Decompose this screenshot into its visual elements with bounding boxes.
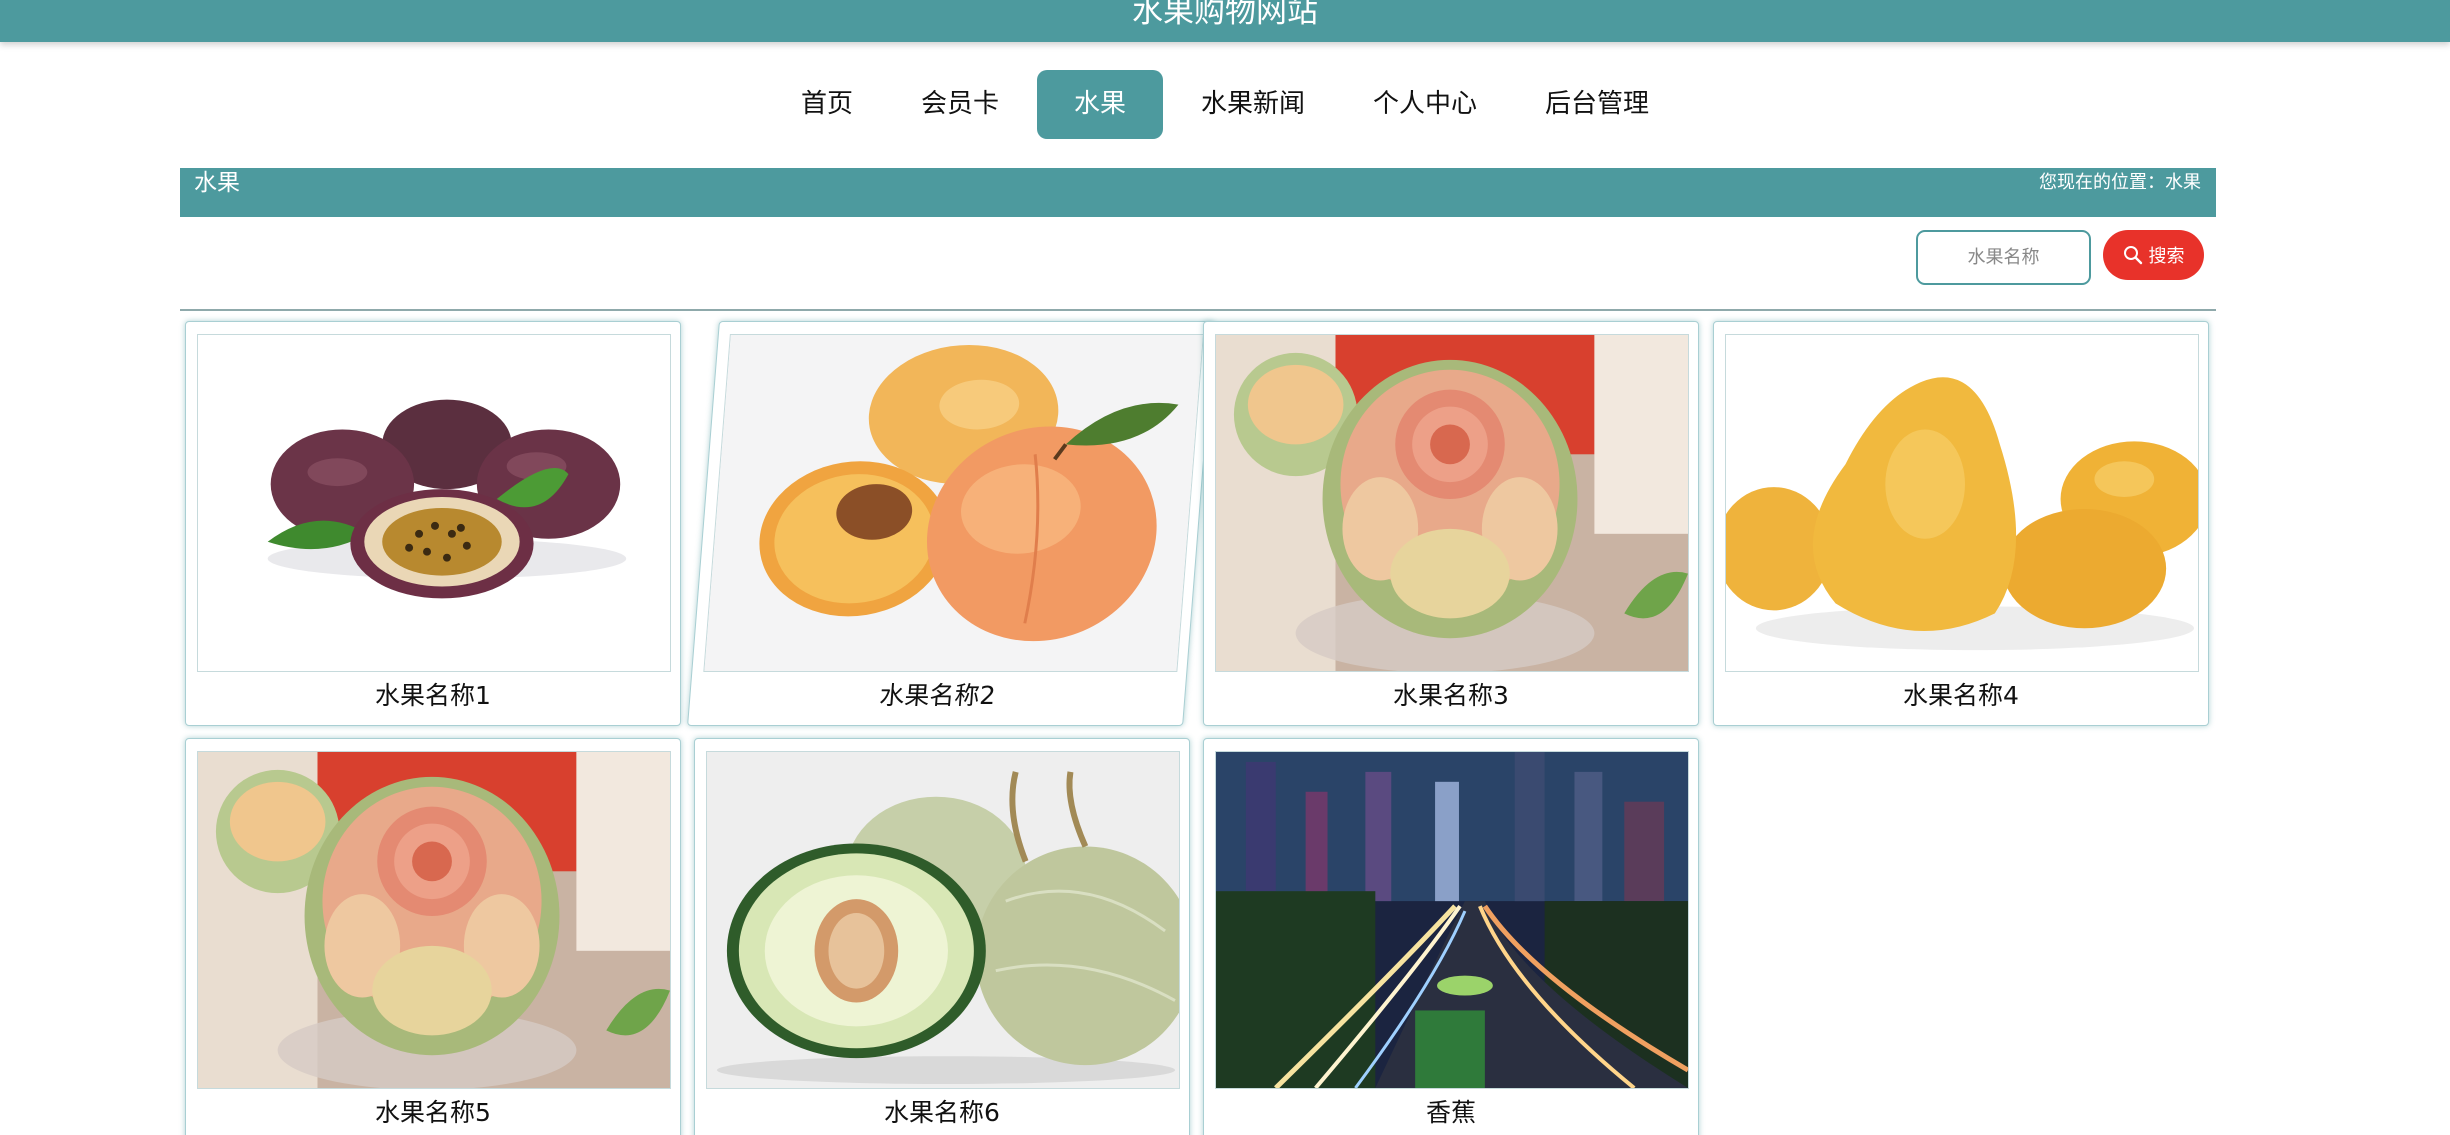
- section-header-bar: 水果 您现在的位置：水果: [180, 168, 2216, 217]
- product-name[interactable]: 水果名称2: [689, 680, 1186, 712]
- product-image-passion-fruit[interactable]: [197, 334, 671, 672]
- nav-item-fruit[interactable]: 水果: [1036, 70, 1163, 139]
- product-image-mangoes[interactable]: [1725, 334, 2199, 672]
- top-header-bar: 水果购物网站: [0, 0, 2450, 42]
- main-nav: 首页 会员卡 水果 水果新闻 个人中心 后台管理: [0, 70, 2450, 139]
- product-card-5[interactable]: 水果名称5: [185, 738, 681, 1135]
- product-card-4[interactable]: 水果名称4: [1713, 321, 2209, 726]
- product-name[interactable]: 水果名称6: [695, 1097, 1189, 1129]
- search-icon: [2123, 246, 2142, 265]
- product-image-cantaloupe[interactable]: [706, 751, 1180, 1089]
- product-name[interactable]: 水果名称1: [186, 680, 680, 712]
- product-name[interactable]: 香蕉: [1204, 1097, 1698, 1129]
- nav-item-personal-center[interactable]: 个人中心: [1339, 70, 1511, 139]
- search-button-label: 搜索: [2148, 246, 2185, 267]
- product-card-6[interactable]: 水果名称6: [694, 738, 1190, 1135]
- product-card-2[interactable]: 水果名称2: [687, 321, 1215, 726]
- product-name[interactable]: 水果名称4: [1714, 680, 2208, 712]
- breadcrumb: 您现在的位置：水果: [2039, 172, 2201, 193]
- product-card-7[interactable]: 香蕉: [1203, 738, 1699, 1135]
- section-title: 水果: [194, 170, 240, 196]
- nav-item-home[interactable]: 首页: [767, 70, 887, 139]
- product-image-apricots[interactable]: [703, 334, 1204, 672]
- product-card-1[interactable]: 水果名称1: [185, 321, 681, 726]
- site-title: 水果购物网站: [1132, 0, 1318, 30]
- search-button[interactable]: 搜索: [2103, 230, 2204, 280]
- search-input[interactable]: [1916, 230, 2091, 285]
- product-image-carved-melon[interactable]: [1215, 334, 1689, 672]
- nav-item-fruit-news[interactable]: 水果新闻: [1167, 70, 1339, 139]
- product-image-city-night-road[interactable]: [1215, 751, 1689, 1089]
- product-card-3[interactable]: 水果名称3: [1203, 321, 1699, 726]
- nav-item-admin[interactable]: 后台管理: [1511, 70, 1683, 139]
- product-name[interactable]: 水果名称5: [186, 1097, 680, 1129]
- product-name[interactable]: 水果名称3: [1204, 680, 1698, 712]
- divider: [180, 309, 2216, 311]
- product-image-carved-melon[interactable]: [197, 751, 671, 1089]
- nav-item-member-card[interactable]: 会员卡: [887, 70, 1033, 139]
